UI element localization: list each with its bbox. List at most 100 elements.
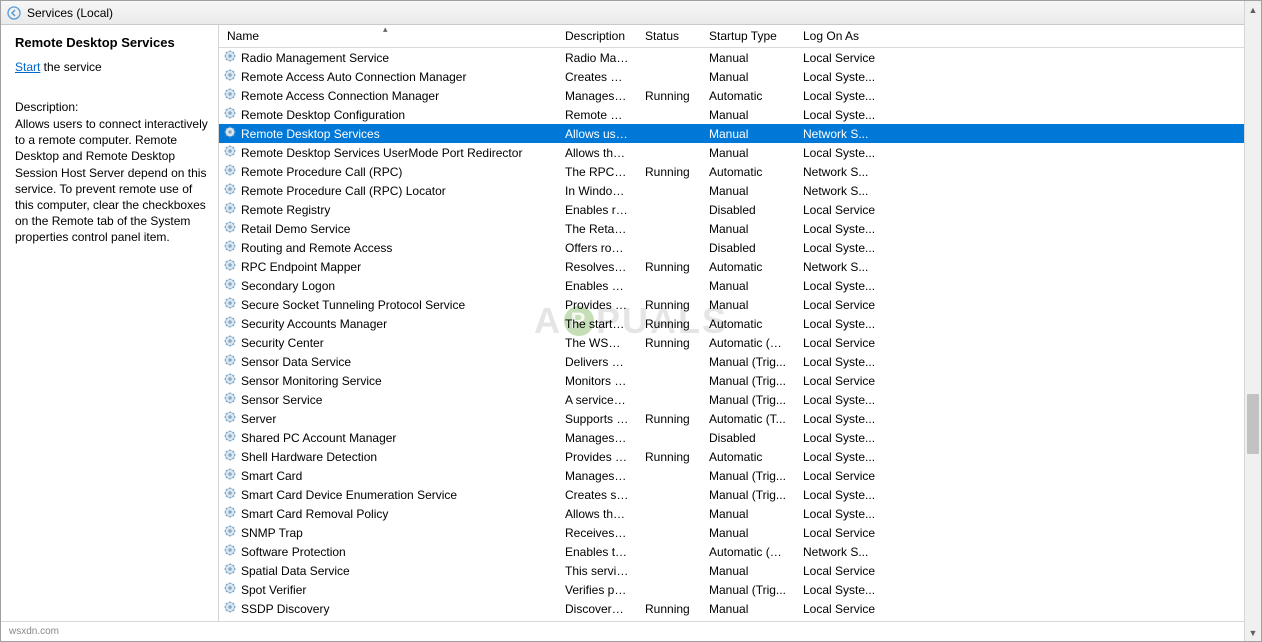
gear-icon xyxy=(223,334,237,351)
service-status-cell: Running xyxy=(637,317,701,331)
service-row[interactable]: SNMP Trap Receives tra... Manual Local S… xyxy=(219,523,1261,542)
service-name-cell: Remote Procedure Call (RPC) xyxy=(219,163,557,180)
service-logon-cell: Network S... xyxy=(795,260,885,274)
service-row[interactable]: Remote Access Auto Connection Manager Cr… xyxy=(219,67,1261,86)
service-description-cell: Verifies pote... xyxy=(557,583,637,597)
service-row[interactable]: Security Center The WSCSV... Running Aut… xyxy=(219,333,1261,352)
service-name: Remote Desktop Configuration xyxy=(241,108,405,122)
service-name-cell: Remote Desktop Services xyxy=(219,125,557,142)
service-row[interactable]: Remote Procedure Call (RPC) The RPCSS ..… xyxy=(219,162,1261,181)
scroll-up-arrow-icon[interactable]: ▲ xyxy=(1245,1,1261,18)
service-row[interactable]: Software Protection Enables the ... Auto… xyxy=(219,542,1261,561)
service-row[interactable]: Remote Access Connection Manager Manages… xyxy=(219,86,1261,105)
service-row[interactable]: Server Supports fil... Running Automatic… xyxy=(219,409,1261,428)
service-name-cell: RPC Endpoint Mapper xyxy=(219,258,557,275)
service-row[interactable]: Routing and Remote Access Offers routi..… xyxy=(219,238,1261,257)
service-row[interactable]: Shell Hardware Detection Provides no... … xyxy=(219,447,1261,466)
service-row[interactable]: Remote Desktop Services UserMode Port Re… xyxy=(219,143,1261,162)
column-header-logon[interactable]: Log On As xyxy=(795,25,885,47)
gear-icon xyxy=(223,201,237,218)
service-row[interactable]: Smart Card Manages ac... Manual (Trig...… xyxy=(219,466,1261,485)
start-service-link[interactable]: Start xyxy=(15,60,40,74)
gear-icon xyxy=(223,543,237,560)
service-row[interactable]: Remote Desktop Configuration Remote Des.… xyxy=(219,105,1261,124)
scroll-down-arrow-icon[interactable]: ▼ xyxy=(1245,624,1261,641)
service-logon-cell: Local Service xyxy=(795,298,885,312)
column-header-status[interactable]: Status xyxy=(637,25,701,47)
scroll-track[interactable] xyxy=(1245,18,1261,624)
service-row[interactable]: Shared PC Account Manager Manages pr... … xyxy=(219,428,1261,447)
service-row[interactable]: Remote Desktop Services Allows user... M… xyxy=(219,124,1261,143)
service-description-cell: This service ... xyxy=(557,564,637,578)
service-name: Sensor Data Service xyxy=(241,355,351,369)
service-name: Radio Management Service xyxy=(241,51,389,65)
column-headers: Name Description Status Startup Type Log… xyxy=(219,25,1261,48)
scroll-thumb[interactable] xyxy=(1247,394,1259,454)
service-name-cell: Sensor Monitoring Service xyxy=(219,372,557,389)
gear-icon xyxy=(223,372,237,389)
service-row[interactable]: Radio Management Service Radio Mana... M… xyxy=(219,48,1261,67)
service-name: Smart Card Device Enumeration Service xyxy=(241,488,457,502)
back-icon[interactable] xyxy=(7,6,21,20)
console-header: Services (Local) xyxy=(1,1,1261,25)
service-row[interactable]: Sensor Data Service Delivers dat... Manu… xyxy=(219,352,1261,371)
service-row[interactable]: RPC Endpoint Mapper Resolves RP... Runni… xyxy=(219,257,1261,276)
service-row[interactable]: Spot Verifier Verifies pote... Manual (T… xyxy=(219,580,1261,599)
service-logon-cell: Local Syste... xyxy=(795,241,885,255)
service-startup-cell: Manual xyxy=(701,108,795,122)
column-header-description[interactable]: Description xyxy=(557,25,637,47)
service-name-cell: Remote Access Auto Connection Manager xyxy=(219,68,557,85)
service-description-cell: The RPCSS ... xyxy=(557,165,637,179)
service-logon-cell: Local Service xyxy=(795,469,885,483)
service-description-cell: Creates soft... xyxy=(557,488,637,502)
gear-icon xyxy=(223,353,237,370)
vertical-scrollbar[interactable]: ▲ ▼ xyxy=(1244,1,1261,641)
service-name: Server xyxy=(241,412,276,426)
service-logon-cell: Local Service xyxy=(795,203,885,217)
service-startup-cell: Automatic xyxy=(701,89,795,103)
service-name: RPC Endpoint Mapper xyxy=(241,260,361,274)
gear-icon xyxy=(223,277,237,294)
services-list[interactable]: Radio Management Service Radio Mana... M… xyxy=(219,48,1261,621)
service-description-cell: Allows the s... xyxy=(557,507,637,521)
service-row[interactable]: SSDP Discovery Discovers n... Running Ma… xyxy=(219,599,1261,618)
service-row[interactable]: Security Accounts Manager The startup ..… xyxy=(219,314,1261,333)
service-name: Secondary Logon xyxy=(241,279,335,293)
service-row[interactable]: Remote Procedure Call (RPC) Locator In W… xyxy=(219,181,1261,200)
service-name: Secure Socket Tunneling Protocol Service xyxy=(241,298,465,312)
service-name: Sensor Monitoring Service xyxy=(241,374,382,388)
service-logon-cell: Local Syste... xyxy=(795,279,885,293)
service-row[interactable]: Sensor Service A service fo... Manual (T… xyxy=(219,390,1261,409)
service-logon-cell: Local Service xyxy=(795,602,885,616)
service-row[interactable]: Sensor Monitoring Service Monitors va...… xyxy=(219,371,1261,390)
service-row[interactable]: Secondary Logon Enables star... Manual L… xyxy=(219,276,1261,295)
selected-service-name: Remote Desktop Services xyxy=(15,35,208,50)
service-row[interactable]: Remote Registry Enables rem... Disabled … xyxy=(219,200,1261,219)
service-name-cell: Spot Verifier xyxy=(219,581,557,598)
service-logon-cell: Local Syste... xyxy=(795,222,885,236)
service-name: Smart Card xyxy=(241,469,302,483)
column-header-startup[interactable]: Startup Type xyxy=(701,25,795,47)
service-name: Shell Hardware Detection xyxy=(241,450,377,464)
service-logon-cell: Local Syste... xyxy=(795,393,885,407)
column-header-name[interactable]: Name xyxy=(219,25,557,47)
service-name-cell: Smart Card Device Enumeration Service xyxy=(219,486,557,503)
gear-icon xyxy=(223,87,237,104)
gear-icon xyxy=(223,410,237,427)
service-logon-cell: Network S... xyxy=(795,545,885,559)
service-description-cell: The startup ... xyxy=(557,317,637,331)
service-description-cell: Resolves RP... xyxy=(557,260,637,274)
service-row[interactable]: Secure Socket Tunneling Protocol Service… xyxy=(219,295,1261,314)
service-description-cell: Provides no... xyxy=(557,450,637,464)
gear-icon xyxy=(223,125,237,142)
footer-bar: wsxdn.com xyxy=(1,621,1261,641)
service-row[interactable]: Smart Card Device Enumeration Service Cr… xyxy=(219,485,1261,504)
service-row[interactable]: Spatial Data Service This service ... Ma… xyxy=(219,561,1261,580)
service-name: SSDP Discovery xyxy=(241,602,329,616)
service-name: Shared PC Account Manager xyxy=(241,431,396,445)
service-name: Remote Desktop Services xyxy=(241,127,380,141)
service-row[interactable]: Retail Demo Service The Retail D... Manu… xyxy=(219,219,1261,238)
service-startup-cell: Manual (Trig... xyxy=(701,469,795,483)
service-name-cell: Remote Desktop Configuration xyxy=(219,106,557,123)
service-row[interactable]: Smart Card Removal Policy Allows the s..… xyxy=(219,504,1261,523)
